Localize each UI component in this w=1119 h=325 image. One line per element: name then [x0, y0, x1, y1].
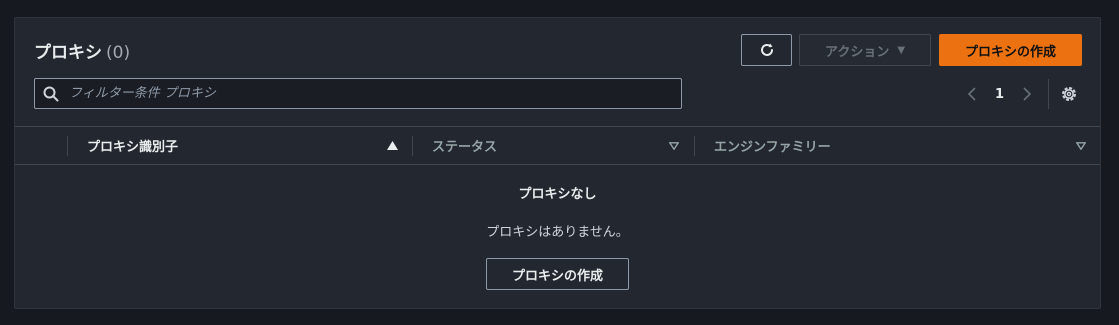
title-text: プロキシ	[34, 43, 102, 63]
sort-icon[interactable]	[669, 127, 679, 164]
previous-page-button[interactable]	[965, 85, 979, 103]
pagination-divider	[1048, 79, 1049, 109]
refresh-icon	[760, 43, 773, 56]
empty-state-title: プロキシなし	[518, 187, 597, 202]
sort-ascending-icon[interactable]	[387, 127, 398, 164]
column-header-proxy-id[interactable]: プロキシ識別子	[87, 127, 178, 164]
pagination: 1	[965, 82, 1034, 106]
create-proxy-button[interactable]: プロキシの作成	[939, 34, 1082, 66]
chevron-right-icon	[1023, 87, 1032, 101]
actions-label: アクション	[824, 44, 890, 60]
column-divider	[412, 136, 413, 156]
column-divider	[67, 136, 68, 156]
page-title: プロキシ (0)	[34, 38, 130, 63]
search-icon	[43, 86, 59, 101]
chevron-left-icon	[967, 87, 976, 101]
column-header-status[interactable]: ステータス	[432, 127, 497, 164]
table-header: プロキシ識別子 ステータス エンジンファミリー	[15, 126, 1100, 165]
proxies-panel: プロキシ(0) アクション ▼ プロキシの作成 1	[14, 17, 1101, 309]
current-page[interactable]: 1	[995, 87, 1004, 102]
next-page-button[interactable]	[1020, 85, 1034, 103]
column-header-engine-family[interactable]: エンジンファミリー	[714, 127, 831, 164]
actions-dropdown-button[interactable]: アクション ▼	[799, 34, 931, 66]
refresh-button[interactable]	[741, 34, 792, 66]
caret-down-icon: ▼	[897, 44, 906, 56]
column-divider	[694, 136, 695, 156]
settings-gear-icon[interactable]	[1059, 84, 1079, 104]
filter-search	[34, 78, 682, 109]
proxy-count: (0)	[106, 43, 131, 63]
empty-state-create-proxy-button[interactable]: プロキシの作成	[486, 258, 629, 290]
empty-state-description: プロキシはありません。	[486, 225, 629, 240]
sort-icon[interactable]	[1076, 127, 1086, 164]
filter-input[interactable]	[69, 86, 681, 101]
